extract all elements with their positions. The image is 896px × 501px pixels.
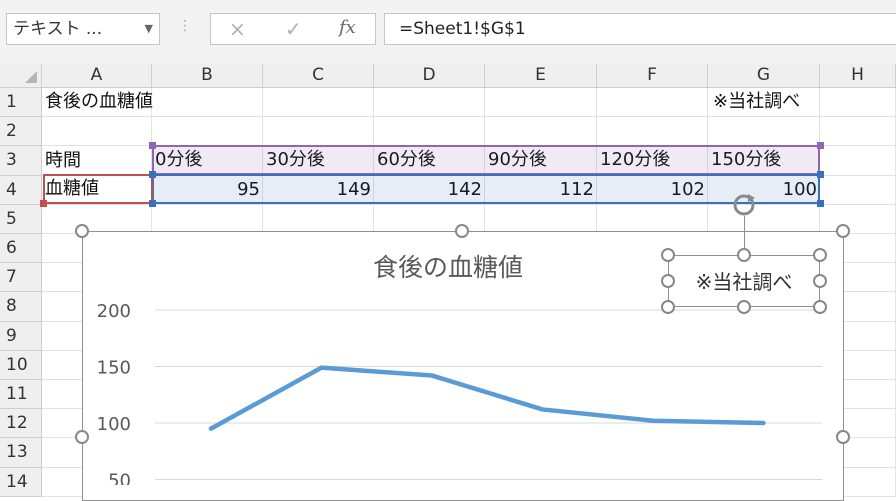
cell[interactable] [485,117,597,147]
row-header-3[interactable]: 3 [0,146,42,176]
cell[interactable] [152,117,263,147]
range-handle[interactable] [817,200,824,207]
enter-icon[interactable]: ✓ [285,17,302,41]
cell[interactable] [42,204,152,234]
row-header-9[interactable]: 9 [0,321,42,351]
row-header-7[interactable]: 7 [0,263,42,293]
cancel-icon[interactable]: × [229,17,246,41]
row-header-5[interactable]: 5 [0,204,42,234]
row-header-4[interactable]: 4 [0,175,42,205]
range-handle[interactable] [149,171,156,178]
row-header-11[interactable]: 11 [0,380,42,410]
cell[interactable] [485,88,597,118]
formula-input[interactable]: =Sheet1!$G$1 [384,13,896,45]
cell[interactable] [42,117,152,147]
textbox-resize-handle[interactable] [737,248,751,262]
name-box[interactable]: テキスト ... ▼ [6,13,160,45]
series-values-range [152,174,820,204]
textbox-resize-handle[interactable] [661,248,675,262]
chart-resize-handle[interactable] [75,430,89,444]
cell-a3[interactable]: 時間 [42,147,152,175]
select-all-corner[interactable] [0,64,42,88]
textbox-resize-handle[interactable] [813,274,827,288]
chart-resize-handle[interactable] [836,430,850,444]
textbox-resize-handle[interactable] [737,300,751,314]
column-header-c[interactable]: C [263,64,374,88]
cell[interactable] [597,117,708,147]
series-name-range [152,145,820,175]
cell[interactable] [374,117,485,147]
row-header-8[interactable]: 8 [0,292,42,322]
cell[interactable] [820,117,896,147]
cell[interactable] [263,117,374,147]
column-header-h[interactable]: H [820,64,896,88]
cell[interactable] [708,204,820,234]
textbox-resize-handle[interactable] [661,300,675,314]
series-label-range [43,174,153,204]
cell[interactable] [263,204,374,234]
textbox-resize-handle[interactable] [813,300,827,314]
rotate-handle-icon[interactable] [731,192,757,218]
chart-resize-handle[interactable] [75,224,89,238]
cell[interactable] [597,204,708,234]
cell-a1[interactable]: 食後の血糖値 [42,88,442,116]
cell[interactable] [820,204,896,234]
cell-g1[interactable]: ※当社調べ [710,88,896,116]
textbox-resize-handle[interactable] [661,274,675,288]
column-header-b[interactable]: B [152,64,263,88]
range-handle[interactable] [817,142,824,149]
column-header-d[interactable]: D [374,64,485,88]
cell[interactable] [820,175,896,205]
row-header-13[interactable]: 13 [0,438,42,468]
cell[interactable] [485,204,597,234]
cell[interactable] [597,88,708,118]
row-header-10[interactable]: 10 [0,350,42,380]
column-header-a[interactable]: A [42,64,152,88]
formula-bar: テキスト ... ▼ ⋮ × ✓ fx =Sheet1!$G$1 [0,0,896,65]
column-header-f[interactable]: F [597,64,708,88]
formula-bar-grip-icon[interactable]: ⋮ [178,18,192,34]
row-header-12[interactable]: 12 [0,409,42,439]
chart-resize-handle[interactable] [836,224,850,238]
chart-resize-handle[interactable] [455,224,469,238]
row-header-14[interactable]: 14 [0,467,42,497]
row-header-1[interactable]: 1 [0,88,42,118]
select-all-icon [25,71,37,83]
cell[interactable] [708,117,820,147]
range-handle[interactable] [149,200,156,207]
textbox-resize-handle[interactable] [813,248,827,262]
cell[interactable] [820,146,896,176]
column-header-e[interactable]: E [485,64,597,88]
range-handle[interactable] [40,200,47,207]
range-handle[interactable] [817,171,824,178]
name-box-text: テキスト ... [13,19,103,39]
name-box-dropdown-icon[interactable]: ▼ [145,14,153,44]
range-handle[interactable] [149,142,156,149]
cell[interactable] [152,204,263,234]
row-header-2[interactable]: 2 [0,117,42,147]
insert-function-icon[interactable]: fx [339,17,356,38]
formula-buttons: × ✓ fx [210,13,376,45]
row-header-6[interactable]: 6 [0,234,42,264]
column-header-g[interactable]: G [708,64,820,88]
